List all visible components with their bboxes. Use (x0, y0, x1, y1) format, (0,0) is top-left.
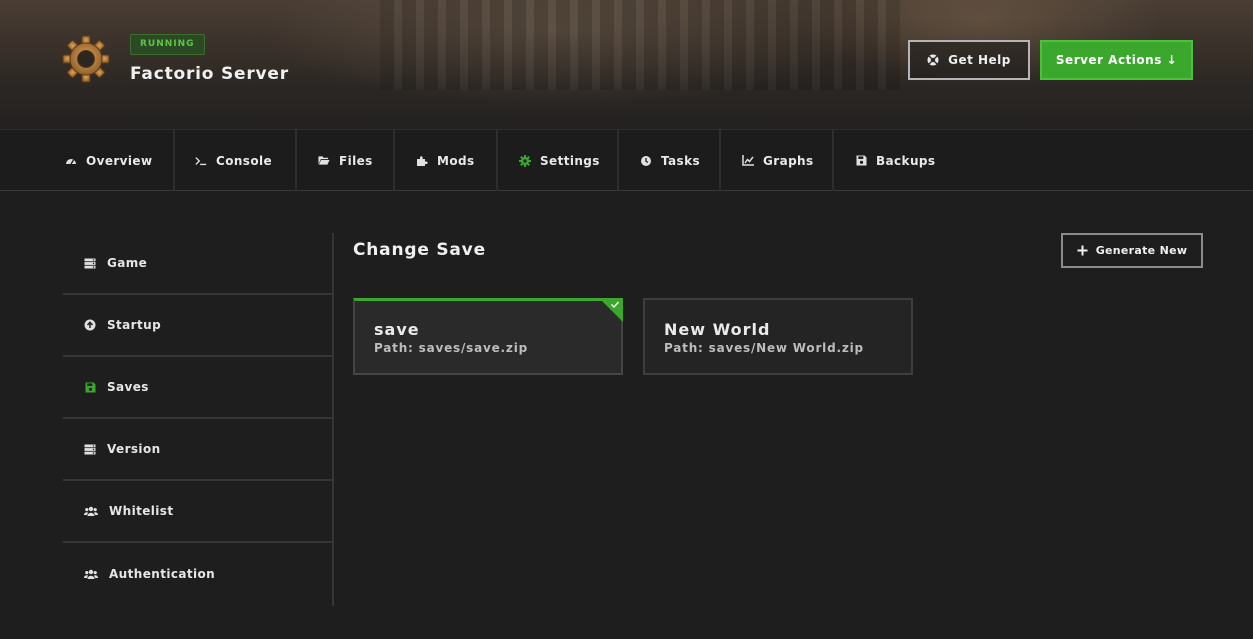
main-nav: Overview Console Files Mods Settings Tas… (0, 129, 1253, 191)
tab-label: Files (339, 153, 373, 168)
tab-label: Graphs (763, 153, 814, 168)
sidebar-item-label: Startup (107, 318, 162, 332)
server-icon (84, 443, 96, 455)
tab-label: Backups (876, 153, 936, 168)
plus-icon (1077, 245, 1088, 256)
tab-label: Mods (437, 153, 475, 168)
users-icon (84, 568, 98, 580)
sidebar-item-version[interactable]: Version (63, 419, 332, 481)
server-title: Factorio Server (130, 64, 289, 84)
floppy-icon (84, 381, 96, 393)
sidebar-item-label: Version (107, 442, 161, 456)
sidebar-item-game[interactable]: Game (63, 233, 332, 295)
get-help-button[interactable]: Get Help (908, 40, 1030, 80)
status-badge: RUNNING (130, 34, 205, 55)
clock-icon (640, 155, 652, 167)
server-actions-button[interactable]: Server Actions ↓ (1040, 40, 1193, 80)
tab-tasks[interactable]: Tasks (640, 130, 700, 191)
tab-mods[interactable]: Mods (416, 130, 475, 191)
selected-check-icon (599, 298, 623, 322)
tab-label: Tasks (661, 153, 701, 168)
sidebar-item-label: Saves (107, 380, 149, 394)
sidebar-item-label: Authentication (109, 567, 216, 581)
generate-new-button[interactable]: Generate New (1061, 233, 1203, 268)
save-path: Path: saves/save.zip (374, 341, 528, 355)
save-path: Path: saves/New World.zip (664, 341, 864, 355)
tab-settings[interactable]: Settings (519, 130, 600, 191)
get-help-label: Get Help (948, 53, 1011, 67)
folder-icon (318, 155, 330, 167)
tab-divider (173, 130, 175, 191)
page-title: Change Save (353, 240, 486, 260)
tab-divider (295, 130, 297, 191)
sidebar-item-label: Game (107, 256, 148, 270)
server-header: RUNNING Factorio Server Get Help Server … (0, 0, 1253, 129)
tab-graphs[interactable]: Graphs (742, 130, 814, 191)
floppy-icon (855, 155, 867, 167)
sidebar-item-startup[interactable]: Startup (63, 295, 332, 357)
save-name: save (374, 320, 420, 339)
tab-overview[interactable]: Overview (65, 130, 152, 191)
tab-label: Settings (540, 153, 600, 168)
gear-icon (519, 154, 531, 167)
tab-files[interactable]: Files (318, 130, 373, 191)
factorio-gear-logo (62, 35, 110, 83)
tab-backups[interactable]: Backups (855, 130, 935, 191)
server-icon (84, 257, 96, 269)
dashboard-icon (65, 155, 77, 167)
tab-divider (719, 130, 721, 191)
generate-new-label: Generate New (1095, 244, 1188, 257)
server-actions-label: Server Actions ↓ (1055, 53, 1178, 67)
chart-icon (742, 155, 754, 167)
settings-sidebar: Game Startup Saves Version Whitelist Aut… (63, 233, 334, 606)
puzzle-icon (416, 155, 428, 167)
tab-divider (393, 130, 395, 191)
help-circle-icon (927, 54, 939, 66)
tab-console[interactable]: Console (195, 130, 272, 191)
save-card-save[interactable]: save Path: saves/save.zip (353, 298, 623, 375)
save-name: New World (664, 320, 771, 339)
tab-divider (496, 130, 498, 191)
sidebar-item-saves[interactable]: Saves (63, 357, 332, 419)
tab-divider (832, 130, 834, 191)
header-background-art (380, 0, 900, 90)
sidebar-item-whitelist[interactable]: Whitelist (63, 481, 332, 543)
sidebar-item-authentication[interactable]: Authentication (63, 543, 332, 605)
tab-label: Console (216, 153, 273, 168)
tab-divider (617, 130, 619, 191)
terminal-icon (195, 155, 207, 167)
save-card-new-world[interactable]: New World Path: saves/New World.zip (643, 298, 913, 375)
users-icon (84, 505, 98, 517)
sidebar-item-label: Whitelist (109, 504, 174, 518)
arrow-up-circle-icon (84, 319, 96, 331)
tab-label: Overview (86, 153, 153, 168)
